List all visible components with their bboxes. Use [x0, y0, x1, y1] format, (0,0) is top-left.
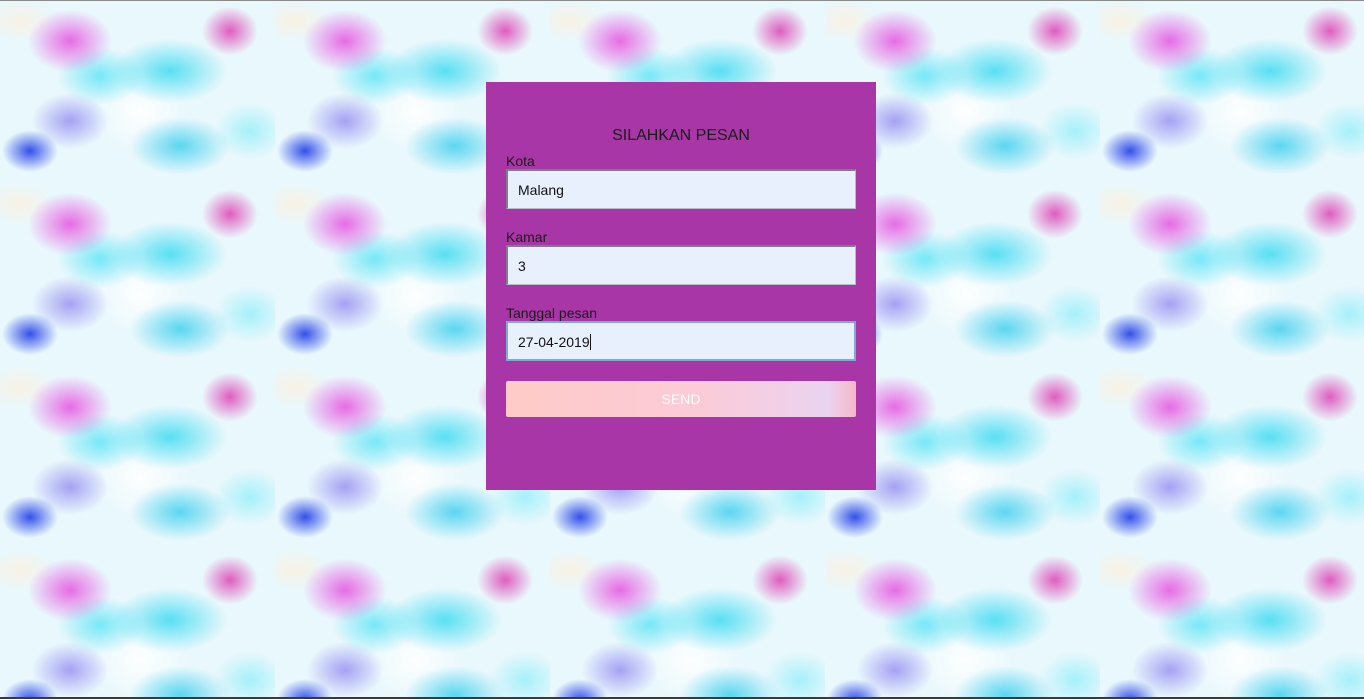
kamar-value: 3 — [518, 258, 526, 274]
page: SILAHKAN PESAN Kota Malang Kamar 3 Tangg… — [0, 0, 1364, 699]
tanggal-pesan-value: 27-04-2019 — [518, 334, 590, 350]
kota-label: Kota — [506, 153, 535, 169]
kamar-label: Kamar — [506, 229, 548, 245]
kota-input[interactable]: Malang — [506, 169, 856, 209]
send-button[interactable]: SEND — [506, 381, 856, 417]
form-title: SILAHKAN PESAN — [612, 127, 750, 144]
kamar-input[interactable]: 3 — [506, 245, 856, 285]
text-caret — [589, 334, 591, 350]
tanggal-pesan-label: Tanggal pesan — [506, 305, 598, 321]
tanggal-pesan-input[interactable]: 27-04-2019 — [506, 321, 856, 361]
kota-value: Malang — [518, 182, 564, 198]
booking-form-card: SILAHKAN PESAN Kota Malang Kamar 3 Tangg… — [486, 82, 876, 490]
